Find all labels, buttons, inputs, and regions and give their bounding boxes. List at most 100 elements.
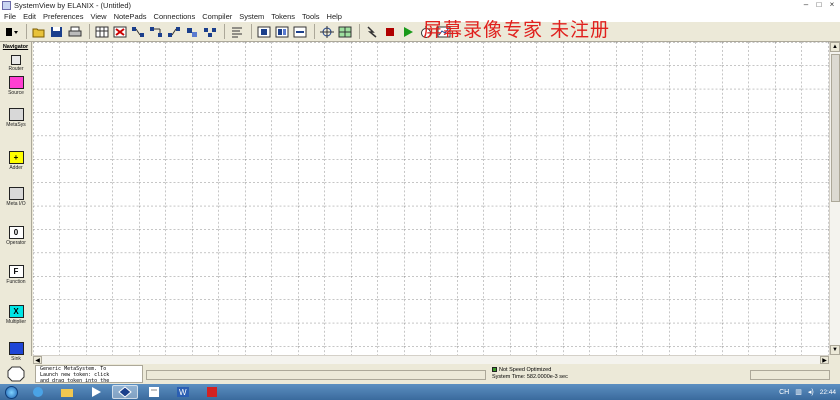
save-button[interactable] xyxy=(49,24,65,39)
navigator-heading: Navigator xyxy=(2,44,29,50)
connect-icon xyxy=(132,26,144,37)
menu-connections[interactable]: Connections xyxy=(154,12,196,21)
scroll-right-arrow-icon[interactable]: ▶ xyxy=(820,356,829,364)
dropdown-toolbar-button[interactable] xyxy=(4,24,20,39)
stop-sign-button[interactable] xyxy=(6,365,26,383)
volume-icon[interactable]: ◂) xyxy=(808,388,814,396)
connect-icon xyxy=(168,26,180,37)
horizontal-scrollbar[interactable]: ◀ ▶ xyxy=(33,355,829,364)
multiplier-icon: X xyxy=(8,305,24,318)
scroll-up-arrow-icon[interactable]: ▲ xyxy=(830,42,840,52)
taskbar-app-pdf[interactable] xyxy=(199,385,225,399)
notepad-button[interactable] xyxy=(229,24,245,39)
taskbar-app-word[interactable]: W xyxy=(170,385,196,399)
menu-notepads[interactable]: NotePads xyxy=(114,12,147,21)
menu-system[interactable]: System xyxy=(239,12,264,21)
play-icon xyxy=(404,26,413,37)
menu-view[interactable]: View xyxy=(90,12,106,21)
window-title: SystemView by ELANIX - (Untitled) xyxy=(14,1,131,10)
vertical-scrollbar[interactable]: ▲ ▼ xyxy=(829,42,840,355)
recording-watermark: 屏幕录像专家 未注册 xyxy=(423,19,611,41)
function-icon: F xyxy=(8,265,24,278)
toolbar-separator xyxy=(314,24,315,39)
maximize-button[interactable]: □ xyxy=(813,0,825,10)
open-button[interactable] xyxy=(31,24,47,39)
scroll-down-arrow-icon[interactable]: ▼ xyxy=(830,345,840,355)
status-field-right xyxy=(750,370,830,380)
menu-compiler[interactable]: Compiler xyxy=(202,12,232,21)
run-button[interactable] xyxy=(400,24,416,39)
token-meta-io[interactable]: Meta I/O xyxy=(2,187,30,207)
token-operator[interactable]: 0 Operator xyxy=(2,226,30,246)
debug-button[interactable] xyxy=(364,24,380,39)
sink-icon xyxy=(8,342,24,355)
taskbar: W CH ▥ ◂) 22:44 xyxy=(0,384,840,400)
system-grid-button[interactable] xyxy=(337,24,353,39)
adder-icon: + xyxy=(8,151,24,164)
word-icon: W xyxy=(177,387,189,397)
connect-button-1[interactable] xyxy=(130,24,146,39)
menu-bar: File Edit Preferences View NotePads Conn… xyxy=(0,11,840,22)
connect-button-2[interactable] xyxy=(148,24,164,39)
menu-help[interactable]: Help xyxy=(327,12,342,21)
token-source[interactable]: Source xyxy=(2,76,30,96)
token-sink[interactable]: Sink xyxy=(2,342,30,362)
menu-tokens[interactable]: Tokens xyxy=(271,12,295,21)
metasystem-icon xyxy=(257,26,271,37)
grid-table-icon xyxy=(338,26,352,37)
toolbar-separator xyxy=(26,24,27,39)
token-label: Sink xyxy=(11,356,21,362)
connect-button-3[interactable] xyxy=(166,24,182,39)
metasystem-button-3[interactable] xyxy=(292,24,308,39)
metasystem-button-2[interactable] xyxy=(274,24,290,39)
taskbar-app-media[interactable] xyxy=(83,385,109,399)
scroll-thumb[interactable] xyxy=(831,54,840,202)
stop-button[interactable] xyxy=(382,24,398,39)
metasystem-button-1[interactable] xyxy=(256,24,272,39)
token-metasys[interactable]: MetaSys xyxy=(2,108,30,128)
language-icon[interactable]: CH xyxy=(779,389,789,396)
taskbar-app-folder[interactable] xyxy=(54,385,80,399)
token-label: Function xyxy=(6,279,26,285)
menu-edit[interactable]: Edit xyxy=(23,12,36,21)
token-function[interactable]: F Function xyxy=(2,265,30,285)
speed-status: Not Speed Optimized xyxy=(499,367,552,373)
scroll-left-arrow-icon[interactable]: ◀ xyxy=(33,356,42,364)
connect-button-5[interactable] xyxy=(202,24,218,39)
menu-preferences[interactable]: Preferences xyxy=(43,12,83,21)
delete-token-button[interactable] xyxy=(112,24,128,39)
media-player-icon xyxy=(92,387,101,397)
token-router[interactable]: Router xyxy=(2,55,30,72)
menu-tools[interactable]: Tools xyxy=(302,12,320,21)
app-icon[interactable] xyxy=(2,1,11,10)
start-button[interactable] xyxy=(0,384,22,400)
token-adder[interactable]: + Adder xyxy=(2,151,30,171)
grid-button[interactable] xyxy=(94,24,110,39)
print-button[interactable] xyxy=(67,24,83,39)
folder-icon xyxy=(61,389,73,397)
token-multiplier[interactable]: X Multiplier xyxy=(2,305,30,325)
taskbar-app-systemview[interactable] xyxy=(112,385,138,399)
root-locus-button[interactable] xyxy=(319,24,335,39)
menu-file[interactable]: File xyxy=(4,12,16,21)
network-icon[interactable]: ▥ xyxy=(795,388,802,396)
taskbar-app-notes[interactable] xyxy=(141,385,167,399)
token-label: Multiplier xyxy=(5,319,26,325)
token-label: MetaSys xyxy=(6,122,26,128)
connect-button-4[interactable] xyxy=(184,24,200,39)
minimize-button[interactable]: – xyxy=(800,0,812,10)
lightning-icon xyxy=(367,25,377,38)
system-time: System Time: 582.0000e-3 sec xyxy=(492,374,568,380)
source-icon xyxy=(8,76,24,89)
token-navigator: Navigator Router Source MetaSys + Adder … xyxy=(0,42,32,362)
clock[interactable]: 22:44 xyxy=(820,389,836,396)
ie-icon xyxy=(33,387,43,397)
system-canvas[interactable] xyxy=(33,42,829,355)
toolbar-separator xyxy=(89,24,90,39)
connect-icon xyxy=(204,27,216,37)
speed-indicator-icon xyxy=(492,367,497,373)
taskbar-app-explorer[interactable] xyxy=(25,385,51,399)
metasystem-icon xyxy=(275,26,289,37)
close-button[interactable]: × xyxy=(826,0,838,10)
status-field xyxy=(146,370,486,380)
